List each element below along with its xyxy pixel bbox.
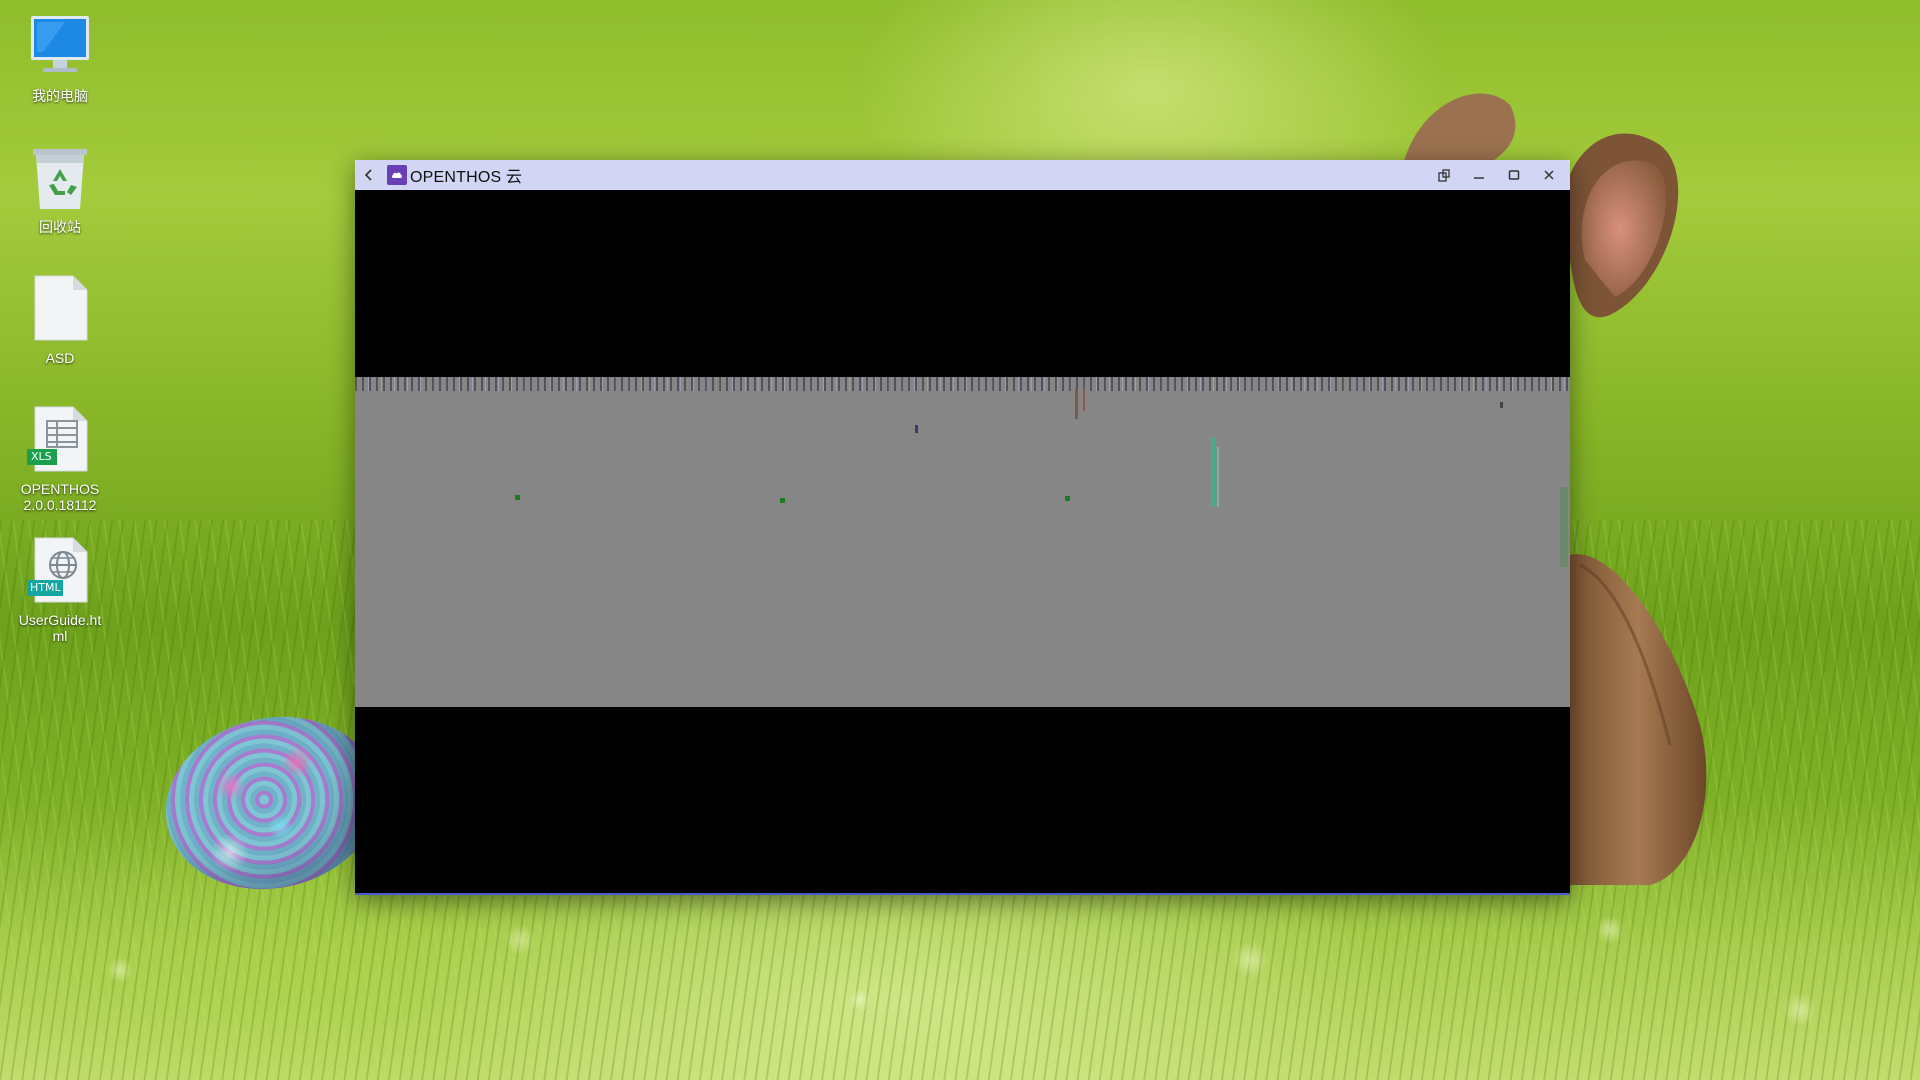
back-button[interactable] [355, 160, 383, 190]
desktop-icon-label: 回收站 [39, 219, 81, 235]
minimize-button[interactable] [1461, 160, 1496, 190]
render-glitch-marks [515, 389, 1568, 567]
desktop-icon-openthos-xls[interactable]: XLS OPENTHOS 2.0.0.18112 [14, 405, 106, 513]
desktop-icon-label: UserGuide.html [18, 612, 102, 644]
minimize-icon [1473, 177, 1484, 179]
rotate-button[interactable] [1426, 160, 1461, 190]
cloud-icon [391, 172, 403, 178]
desktop-icon-recycle-bin[interactable]: 回收站 [14, 143, 106, 235]
close-icon [1543, 170, 1554, 180]
back-icon [364, 169, 372, 181]
app-window: OPENTHOS 云 [355, 160, 1570, 895]
recycle-bin-icon [25, 143, 95, 213]
window-content[interactable] [355, 190, 1570, 895]
blank-file-icon [25, 274, 95, 344]
maximize-icon [1508, 170, 1519, 180]
desktop-icon-label: OPENTHOS 2.0.0.18112 [20, 481, 100, 513]
app-icon [387, 165, 407, 185]
rotate-icon [1437, 169, 1450, 182]
maximize-button[interactable] [1496, 160, 1531, 190]
desktop-icon-userguide-html[interactable]: HTML UserGuide.html [14, 536, 106, 644]
desktop-icon-label: 我的电脑 [32, 88, 88, 104]
desktop: 我的电脑 回收站 ASD XLS OPENTHOS 2.0.0.18112 HT… [0, 0, 1920, 1080]
window-controls [1426, 160, 1566, 190]
close-button[interactable] [1531, 160, 1566, 190]
desktop-icon-my-computer[interactable]: 我的电脑 [14, 12, 106, 104]
desktop-icon-label: ASD [45, 350, 75, 366]
xls-file-icon: XLS [25, 405, 95, 475]
html-file-icon: HTML [25, 536, 95, 606]
file-type-badge: HTML [30, 581, 61, 594]
app-render-area[interactable] [355, 377, 1570, 707]
window-title: OPENTHOS 云 [410, 169, 523, 186]
computer-icon [25, 12, 95, 82]
window-bottom-edge [355, 893, 1570, 895]
window-titlebar[interactable]: OPENTHOS 云 [355, 160, 1570, 190]
desktop-icon-asd[interactable]: ASD [14, 274, 106, 366]
file-type-badge: XLS [31, 450, 52, 463]
